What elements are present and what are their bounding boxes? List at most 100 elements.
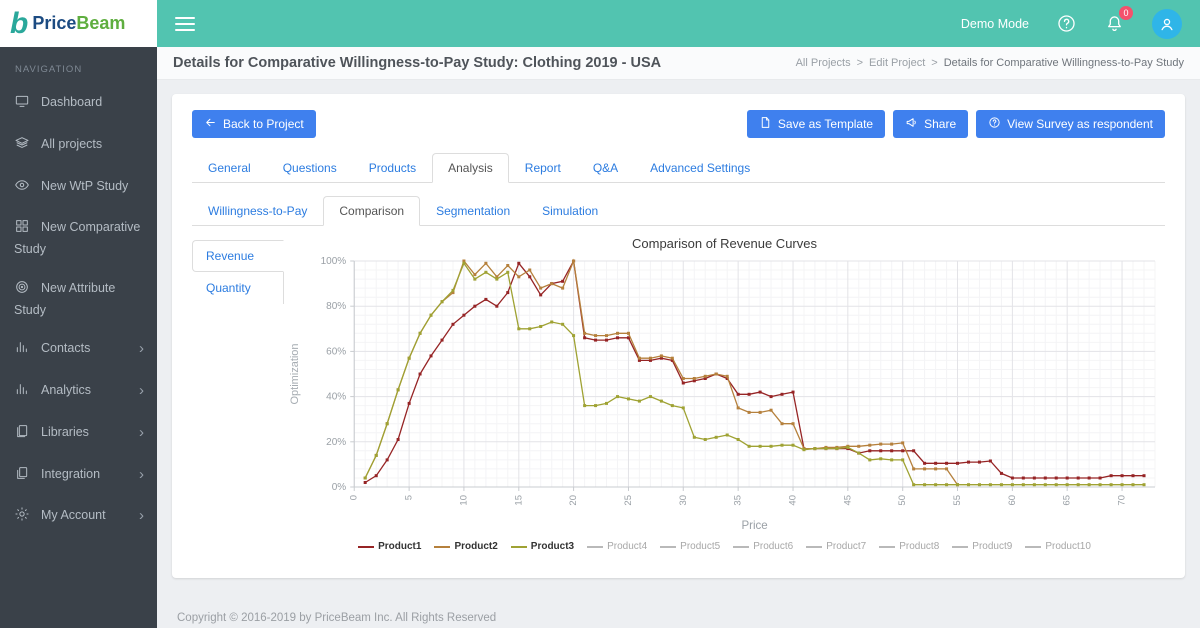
- legend-item-product5[interactable]: Product5: [660, 541, 720, 552]
- svg-text:60%: 60%: [326, 346, 346, 357]
- eye-icon: [14, 177, 31, 199]
- svg-text:35: 35: [733, 495, 744, 506]
- back-arrow-icon: [204, 116, 217, 132]
- view-survey-as-respondent-button[interactable]: View Survey as respondent: [976, 110, 1165, 138]
- grid-icon: [14, 218, 31, 240]
- legend-dash-icon: [660, 545, 677, 548]
- sidebar-item-label: Dashboard: [41, 95, 103, 109]
- gear-icon: [14, 506, 31, 528]
- pricebeam-logo[interactable]: b Price Beam: [0, 0, 157, 47]
- main-tabbar: General Questions Products Analysis Report Q&…: [192, 153, 1165, 183]
- svg-text:30: 30: [678, 495, 689, 506]
- sidebar-item-new-wtp-study[interactable]: New WtP Study: [0, 167, 157, 209]
- file-icon: [759, 116, 772, 132]
- legend-item-product7[interactable]: Product7: [806, 541, 866, 552]
- subtab-simulation[interactable]: Simulation: [526, 196, 614, 226]
- legend-dash-icon: [358, 545, 375, 548]
- monitor-icon: [14, 93, 31, 115]
- svg-text:70: 70: [1117, 495, 1128, 506]
- legend-item-product6[interactable]: Product6: [733, 541, 793, 552]
- chart-legend: Product1 Product2 Product3 Product4 Product5…: [284, 541, 1165, 552]
- subtab-willingness-to-pay[interactable]: Willingness-to-Pay: [192, 196, 323, 226]
- svg-text:20%: 20%: [326, 437, 346, 448]
- svg-text:45: 45: [842, 495, 853, 506]
- sidebar-menu: Dashboard All projects New WtP Study New Co…: [0, 83, 157, 538]
- tab-questions[interactable]: Questions: [267, 153, 353, 183]
- metric-side-tabs: Revenue Quantity: [192, 240, 284, 304]
- sidebar-item-my-account[interactable]: My Account ›: [0, 496, 157, 538]
- legend-item-product8[interactable]: Product8: [879, 541, 939, 552]
- subtab-comparison[interactable]: Comparison: [323, 196, 421, 226]
- breadcrumb-separator: >: [931, 57, 938, 69]
- legend-item-product1[interactable]: Product1: [358, 541, 421, 552]
- chevron-right-icon: ›: [139, 382, 144, 399]
- legend-item-product9[interactable]: Product9: [952, 541, 1012, 552]
- svg-text:100%: 100%: [321, 256, 347, 267]
- breadcrumb: All Projects > Edit Project > Details for Co…: [796, 57, 1184, 69]
- svg-text:40: 40: [788, 495, 799, 506]
- sidebar-item-label: Integration: [41, 466, 101, 481]
- sidebar-item-label: My Account: [41, 508, 106, 523]
- megaphone-icon: [905, 116, 918, 132]
- legend-dash-icon: [434, 545, 451, 548]
- tab-q-a[interactable]: Q&A: [577, 153, 634, 183]
- user-avatar[interactable]: [1152, 8, 1182, 39]
- tab-products[interactable]: Products: [353, 153, 432, 183]
- analysis-subtabbar: Willingness-to-Pay Comparison Segmentation…: [192, 196, 1165, 226]
- sidebar-item-contacts[interactable]: Contacts ›: [0, 329, 157, 371]
- hamburger-menu-icon[interactable]: [175, 13, 195, 35]
- legend-item-product10[interactable]: Product10: [1025, 541, 1091, 552]
- chevron-right-icon: ›: [139, 423, 144, 441]
- legend-dash-icon: [733, 545, 750, 548]
- svg-text:Price: Price: [741, 520, 767, 532]
- question-circle-icon: [988, 116, 1001, 132]
- chart-row: Revenue Quantity Comparison of Revenue Cu…: [192, 234, 1165, 552]
- back-to-project-button[interactable]: Back to Project: [192, 110, 316, 138]
- subtab-segmentation[interactable]: Segmentation: [420, 196, 526, 226]
- legend-dash-icon: [510, 545, 527, 548]
- notifications-bell-icon[interactable]: 0: [1104, 6, 1133, 34]
- tab-analysis[interactable]: Analysis: [432, 153, 509, 183]
- legend-item-product2[interactable]: Product2: [434, 541, 498, 552]
- tab-general[interactable]: General: [192, 153, 267, 183]
- breadcrumb-item[interactable]: All Projects: [796, 57, 851, 69]
- copy-icon: [14, 465, 31, 487]
- svg-text:65: 65: [1062, 495, 1073, 506]
- save-as-template-button[interactable]: Save as Template: [746, 110, 886, 138]
- svg-text:50: 50: [897, 495, 908, 506]
- main-area: Details for Comparative Willingness-to-P…: [157, 47, 1200, 628]
- sidebar-item-all-projects[interactable]: All projects: [0, 125, 157, 167]
- tab-advanced-settings[interactable]: Advanced Settings: [634, 153, 766, 183]
- side-tab-quantity[interactable]: Quantity: [192, 272, 283, 304]
- layers-icon: [14, 135, 31, 157]
- breadcrumb-item: Details for Comparative Willingness-to-P…: [943, 57, 1184, 69]
- share-button[interactable]: Share: [893, 110, 969, 138]
- legend-dash-icon: [587, 545, 604, 548]
- chevron-right-icon: ›: [139, 465, 144, 483]
- demo-mode-label: Demo Mode: [960, 16, 1029, 31]
- breadcrumb-item[interactable]: Edit Project: [869, 57, 925, 69]
- tab-report[interactable]: Report: [509, 153, 577, 183]
- legend-dash-icon: [952, 545, 969, 548]
- svg-text:40%: 40%: [326, 392, 346, 403]
- toolbar-right: Save as Template Share View Survey as resp…: [746, 110, 1165, 138]
- sidebar-item-integration[interactable]: Integration ›: [0, 455, 157, 497]
- chevron-right-icon: ›: [139, 340, 144, 358]
- help-icon[interactable]: [1056, 13, 1077, 34]
- sidebar-item-label: All projects: [41, 136, 103, 151]
- side-tab-revenue[interactable]: Revenue: [192, 240, 284, 272]
- pricebeam-b-icon: b: [10, 6, 29, 40]
- sidebar-item-label: Analytics: [41, 383, 92, 397]
- legend-item-product3[interactable]: Product3: [510, 541, 574, 552]
- legend-dash-icon: [1025, 545, 1042, 548]
- svg-text:25: 25: [623, 495, 634, 506]
- legend-item-product4[interactable]: Product4: [587, 541, 647, 552]
- sidebar-item-dashboard[interactable]: Dashboard: [0, 83, 157, 125]
- sidebar-item-new-comparative-study[interactable]: New Comparative Study: [0, 208, 157, 269]
- sidebar-item-label: New WtP Study: [41, 178, 129, 193]
- sidebar-item-new-attribute-study[interactable]: New Attribute Study: [0, 269, 157, 330]
- bar-chart-icon: [14, 339, 31, 361]
- sidebar-item-libraries[interactable]: Libraries ›: [0, 413, 157, 455]
- sidebar-item-analytics[interactable]: Analytics ›: [0, 371, 157, 413]
- svg-text:60: 60: [1007, 495, 1018, 506]
